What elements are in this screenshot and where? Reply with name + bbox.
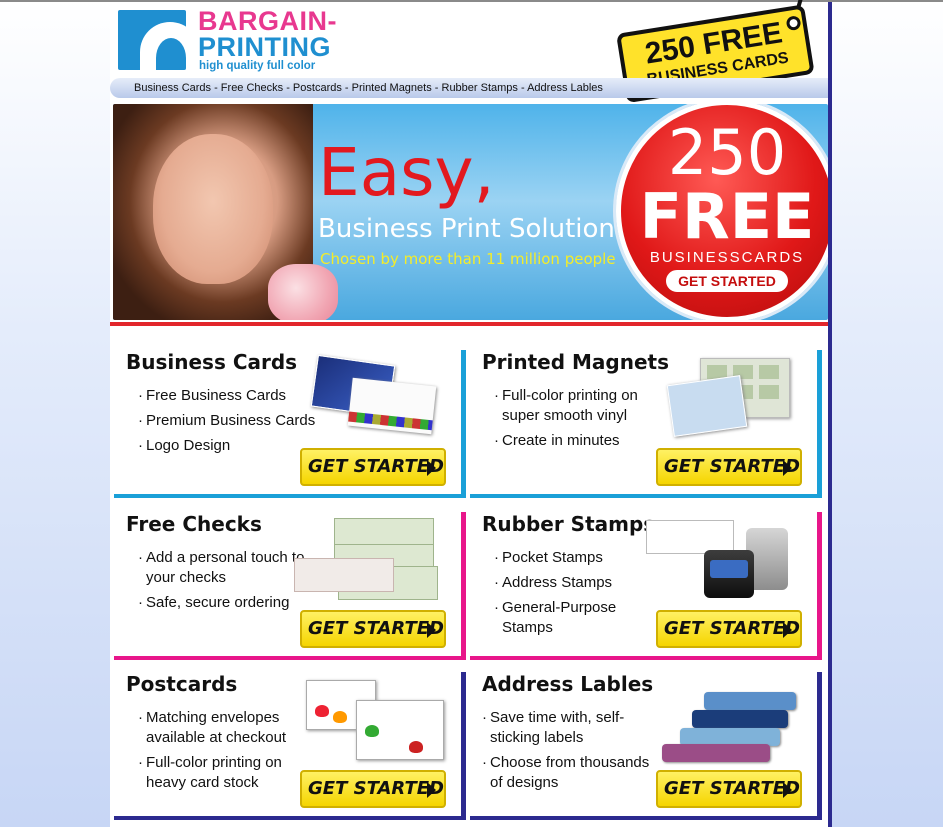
logo-icon[interactable] bbox=[118, 10, 186, 70]
product-feature: Pocket Stamps bbox=[494, 548, 636, 568]
product-card-free-checks: Free Checks Add a personal touch to your… bbox=[114, 512, 466, 660]
right-rule bbox=[828, 2, 832, 827]
play-arrow-icon bbox=[427, 782, 436, 798]
product-card-printed-magnets: Printed Magnets Full-color printing on s… bbox=[470, 350, 822, 498]
brand-tagline: high quality full color bbox=[199, 60, 316, 72]
page-container: BARGAIN- PRINTING high quality full colo… bbox=[110, 0, 832, 827]
product-feature: Matching envelopes available at checkout bbox=[138, 708, 316, 748]
hero-headline: Easy, bbox=[318, 134, 495, 211]
play-arrow-icon bbox=[783, 782, 792, 798]
product-feature: Add a personal touch to your checks bbox=[138, 548, 320, 588]
get-started-label: GET STARTED bbox=[664, 618, 800, 639]
rubber-stamps-image[interactable] bbox=[646, 520, 796, 606]
get-started-button[interactable]: GET STARTED bbox=[300, 770, 446, 808]
play-arrow-icon bbox=[427, 622, 436, 638]
get-started-button[interactable]: GET STARTED bbox=[300, 610, 446, 648]
hero-badge[interactable]: 250 FREE BUSINESSCARDS GET STARTED bbox=[616, 104, 828, 320]
product-feature: Save time with, self-sticking labels bbox=[482, 708, 660, 748]
get-started-button[interactable]: GET STARTED bbox=[656, 770, 802, 808]
product-card-rubber-stamps: Rubber Stamps Pocket Stamps Address Stam… bbox=[470, 512, 822, 660]
play-arrow-icon bbox=[783, 622, 792, 638]
hero-photo bbox=[113, 104, 338, 320]
hero-banner[interactable]: Easy, Business Print Solution Chosen by … bbox=[113, 104, 828, 320]
product-feature: Full-color printing on super smooth viny… bbox=[494, 386, 666, 426]
postcards-image[interactable] bbox=[306, 680, 446, 764]
get-started-button[interactable]: GET STARTED bbox=[300, 448, 446, 486]
product-title: Business Cards bbox=[126, 350, 298, 374]
hero-subtitle-2: Chosen by more than 11 million people bbox=[320, 250, 616, 268]
product-feature: Full-color printing on heavy card stock bbox=[138, 753, 316, 793]
hero-get-started-button[interactable]: GET STARTED bbox=[666, 270, 788, 292]
get-started-label: GET STARTED bbox=[664, 778, 800, 799]
hero-badge-label: BUSINESSCARDS bbox=[649, 249, 805, 266]
hero-badge-count: 250 bbox=[667, 116, 787, 189]
get-started-label: GET STARTED bbox=[308, 778, 444, 799]
play-arrow-icon bbox=[427, 460, 436, 476]
printed-magnets-image[interactable] bbox=[666, 358, 800, 440]
get-started-label: GET STARTED bbox=[308, 456, 444, 477]
product-title: Free Checks bbox=[126, 512, 262, 536]
address-labels-image[interactable] bbox=[654, 692, 804, 774]
get-started-button[interactable]: GET STARTED bbox=[656, 610, 802, 648]
product-feature: Premium Business Cards bbox=[138, 411, 315, 431]
divider bbox=[110, 322, 828, 326]
play-arrow-icon bbox=[783, 460, 792, 476]
nav-links[interactable]: Business Cards - Free Checks - Postcards… bbox=[134, 82, 603, 94]
hero-badge-free: FREE bbox=[639, 180, 815, 253]
product-title: Printed Magnets bbox=[482, 350, 670, 374]
product-title: Postcards bbox=[126, 672, 238, 696]
business-cards-image[interactable] bbox=[310, 354, 444, 440]
brand-name-line2: PRINTING bbox=[198, 32, 332, 62]
product-feature: Safe, secure ordering bbox=[138, 593, 320, 613]
product-title: Rubber Stamps bbox=[482, 512, 656, 536]
product-feature: Choose from thousands of designs bbox=[482, 753, 660, 793]
product-card-postcards: Postcards Matching envelopes available a… bbox=[114, 672, 466, 820]
hero-subtitle: Business Print Solution bbox=[318, 214, 615, 244]
product-card-address-labels: Address Lables Save time with, self-stic… bbox=[470, 672, 822, 820]
product-feature: General-Purpose Stamps bbox=[494, 598, 636, 638]
product-card-business-cards: Business Cards Free Business Cards Premi… bbox=[114, 350, 466, 498]
get-started-button[interactable]: GET STARTED bbox=[656, 448, 802, 486]
top-nav[interactable]: Business Cards - Free Checks - Postcards… bbox=[110, 78, 828, 98]
get-started-label: GET STARTED bbox=[664, 456, 800, 477]
product-title: Address Lables bbox=[482, 672, 654, 696]
product-feature: Free Business Cards bbox=[138, 386, 315, 406]
product-feature: Address Stamps bbox=[494, 573, 636, 593]
product-feature: Create in minutes bbox=[494, 431, 666, 451]
free-checks-image[interactable] bbox=[294, 518, 444, 604]
get-started-label: GET STARTED bbox=[308, 618, 444, 639]
product-feature: Logo Design bbox=[138, 436, 315, 456]
